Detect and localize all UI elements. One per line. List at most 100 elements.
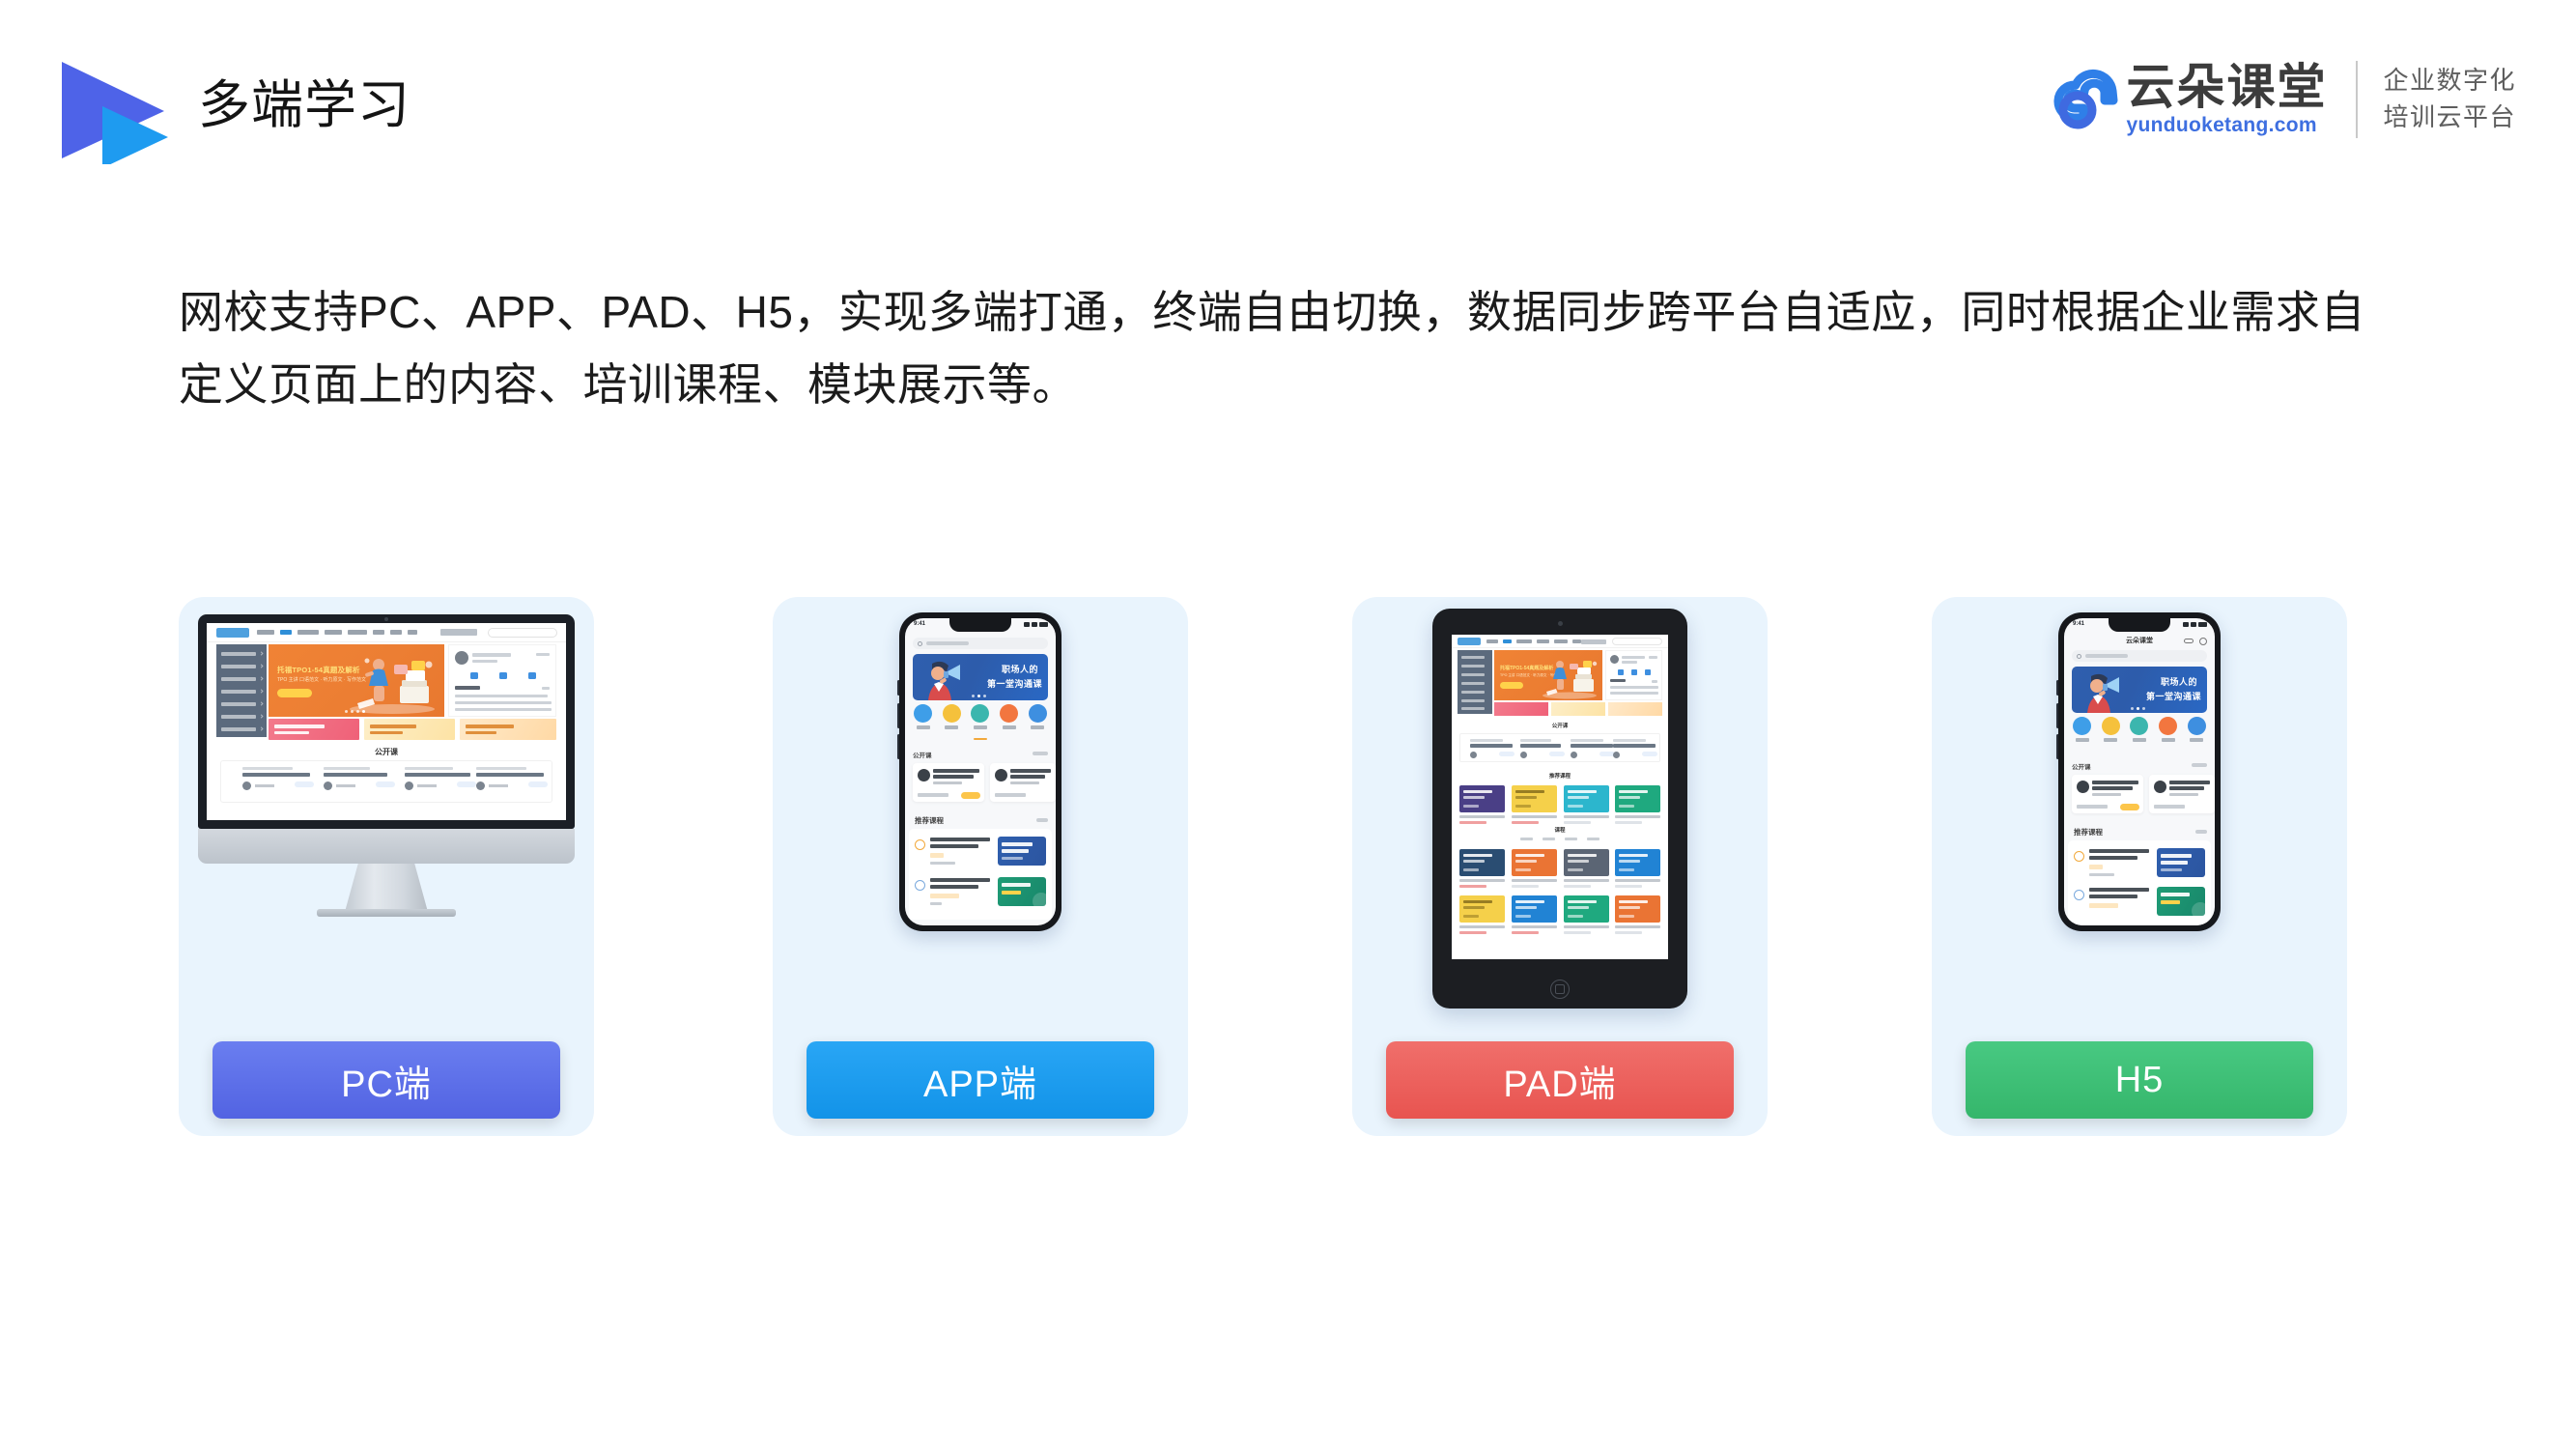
- status-icons: [2183, 622, 2207, 627]
- app-category-course[interactable]: [909, 704, 938, 729]
- app-search-input[interactable]: [913, 638, 1048, 649]
- pad-course-tile[interactable]: [1459, 849, 1505, 888]
- app-hero-banner[interactable]: 职场人的 第一堂沟通课: [913, 654, 1048, 700]
- pc-download-client-link[interactable]: [440, 629, 477, 636]
- pad-course-tile[interactable]: [1512, 849, 1557, 888]
- app-open-course-card[interactable]: [913, 763, 984, 802]
- platform-card-pad[interactable]: 托福TPO1-54真题及解析 TPO 主讲 口语范文 · 听力原文 · 写作范文: [1352, 597, 1768, 1136]
- pc-quick-icon[interactable]: [528, 672, 536, 679]
- h5-open-course-card[interactable]: [2149, 775, 2215, 813]
- platform-card-pc[interactable]: 托福TPO1-54真题及解析 TPO 主讲 口语范文 · 听力原文 · 写作范文: [179, 597, 594, 1136]
- banner-pagination[interactable]: [972, 695, 989, 697]
- pad-course-tile[interactable]: [1615, 785, 1660, 824]
- pc-nav-item[interactable]: [297, 630, 319, 635]
- pc-hero-cta[interactable]: [277, 689, 312, 697]
- h5-category-interact[interactable]: [2154, 717, 2183, 742]
- pad-course-tile[interactable]: [1564, 849, 1609, 888]
- platform-card-app[interactable]: 9:41 职场人的 第一堂沟通课 公开课 推荐课程 APP端: [773, 597, 1188, 1136]
- pc-quick-icon[interactable]: [470, 672, 478, 679]
- pc-course-card[interactable]: [476, 767, 548, 790]
- banner-pagination[interactable]: [2131, 707, 2148, 710]
- app-category-favorite[interactable]: [966, 704, 995, 729]
- cta-button-pad[interactable]: PAD端: [1386, 1041, 1734, 1119]
- h5-rec-item[interactable]: [2074, 846, 2205, 881]
- pad-nav-item[interactable]: [1554, 639, 1568, 643]
- pad-course-tabs[interactable]: [1520, 838, 1599, 840]
- app-category-live[interactable]: [995, 704, 1024, 729]
- pad-quick-icon[interactable]: [1645, 669, 1651, 675]
- pad-hero-banner[interactable]: 托福TPO1-54真题及解析 TPO 主讲 口语范文 · 听力原文 · 写作范文: [1494, 650, 1602, 700]
- pc-nav-item[interactable]: [373, 630, 384, 635]
- app-open-course-card[interactable]: [990, 763, 1056, 802]
- app-rec-item[interactable]: [915, 835, 1046, 869]
- pc-nav-item[interactable]: [325, 630, 342, 635]
- h5-search-input[interactable]: [2072, 650, 2207, 662]
- pad-nav-item[interactable]: [1537, 639, 1549, 643]
- pad-nav-item[interactable]: [1516, 639, 1532, 643]
- pc-course-card[interactable]: [405, 767, 476, 790]
- pad-promo-banner[interactable]: [1551, 702, 1605, 716]
- h5-category-package[interactable]: [2097, 717, 2126, 742]
- close-target-icon[interactable]: [2199, 638, 2207, 645]
- pc-course-card[interactable]: [324, 767, 395, 790]
- search-icon: [918, 640, 922, 646]
- cta-button-app[interactable]: APP端: [807, 1041, 1154, 1119]
- pad-hero-cta[interactable]: [1500, 682, 1523, 689]
- pc-screen: 托福TPO1-54真题及解析 TPO 主讲 口语范文 · 听力原文 · 写作范文: [207, 623, 566, 820]
- pc-search-input[interactable]: [488, 628, 557, 638]
- h5-rec-item[interactable]: [2074, 885, 2205, 920]
- cta-button-h5[interactable]: H5: [1966, 1041, 2313, 1119]
- h5-category-course[interactable]: [2068, 717, 2097, 742]
- cloud-icon: [2052, 62, 2128, 137]
- app-rec-more-link[interactable]: [1036, 818, 1048, 822]
- pad-course-tile[interactable]: [1564, 895, 1609, 934]
- platform-card-h5[interactable]: 9:41 云朵课堂 职场人的 第一堂沟通课 公开课 推荐课程 H5: [1932, 597, 2347, 1136]
- pad-open-course-card[interactable]: [1470, 739, 1514, 758]
- more-dots-icon[interactable]: [2184, 639, 2194, 643]
- pc-hero-pagination[interactable]: [345, 710, 368, 713]
- pc-nav-item[interactable]: [257, 630, 274, 635]
- pc-hero-banner[interactable]: 托福TPO1-54真题及解析 TPO 主讲 口语范文 · 听力原文 · 写作范文: [269, 644, 444, 717]
- pad-course-tile[interactable]: [1615, 849, 1660, 888]
- pad-course-tile[interactable]: [1459, 895, 1505, 934]
- pad-course-tile[interactable]: [1512, 895, 1557, 934]
- pc-promo-banner[interactable]: [269, 719, 359, 740]
- pad-quick-icon[interactable]: [1631, 669, 1637, 675]
- pad-course-tile[interactable]: [1512, 785, 1557, 824]
- pc-promo-banner[interactable]: [460, 719, 556, 740]
- cta-button-pc[interactable]: PC端: [212, 1041, 560, 1119]
- pad-search-input[interactable]: [1612, 638, 1662, 645]
- pad-course-tile[interactable]: [1564, 785, 1609, 824]
- pc-nav-item-active[interactable]: [280, 630, 292, 635]
- pad-nav-item-active[interactable]: [1503, 639, 1512, 643]
- app-open-more-link[interactable]: [1033, 752, 1048, 755]
- pc-nav-item[interactable]: [408, 630, 417, 635]
- h5-open-more-link[interactable]: [2192, 763, 2207, 767]
- app-rec-item[interactable]: [915, 875, 1046, 910]
- pad-open-course-card[interactable]: [1613, 739, 1657, 758]
- pc-promo-banner[interactable]: [364, 719, 455, 740]
- h5-rec-more-link[interactable]: [2195, 830, 2207, 834]
- h5-open-course-card[interactable]: [2072, 775, 2143, 813]
- pad-nav-item[interactable]: [1486, 639, 1498, 643]
- pad-open-course-card[interactable]: [1520, 739, 1565, 758]
- h5-category-live[interactable]: [2125, 717, 2154, 742]
- pad-course-tile[interactable]: [1615, 895, 1660, 934]
- pad-quick-icon[interactable]: [1618, 669, 1624, 675]
- pad-nav-item[interactable]: [1572, 639, 1581, 643]
- pc-quick-icon[interactable]: [499, 672, 507, 679]
- pc-nav-item[interactable]: [348, 630, 367, 635]
- tablet-home-button[interactable]: [1550, 980, 1570, 999]
- pad-open-course-card[interactable]: [1571, 739, 1615, 758]
- pad-course-tile[interactable]: [1459, 785, 1505, 824]
- pc-nav-item[interactable]: [390, 630, 402, 635]
- app-rec-list: [909, 829, 1052, 920]
- pad-promo-banner[interactable]: [1608, 702, 1662, 716]
- pad-promo-banner[interactable]: [1494, 702, 1548, 716]
- app-category-package[interactable]: [938, 704, 967, 729]
- pad-download-client-link[interactable]: [1581, 639, 1606, 644]
- h5-category-material[interactable]: [2182, 717, 2211, 742]
- h5-hero-banner[interactable]: 职场人的 第一堂沟通课: [2072, 667, 2207, 713]
- app-category-material[interactable]: [1023, 704, 1052, 729]
- pc-course-card[interactable]: [242, 767, 314, 790]
